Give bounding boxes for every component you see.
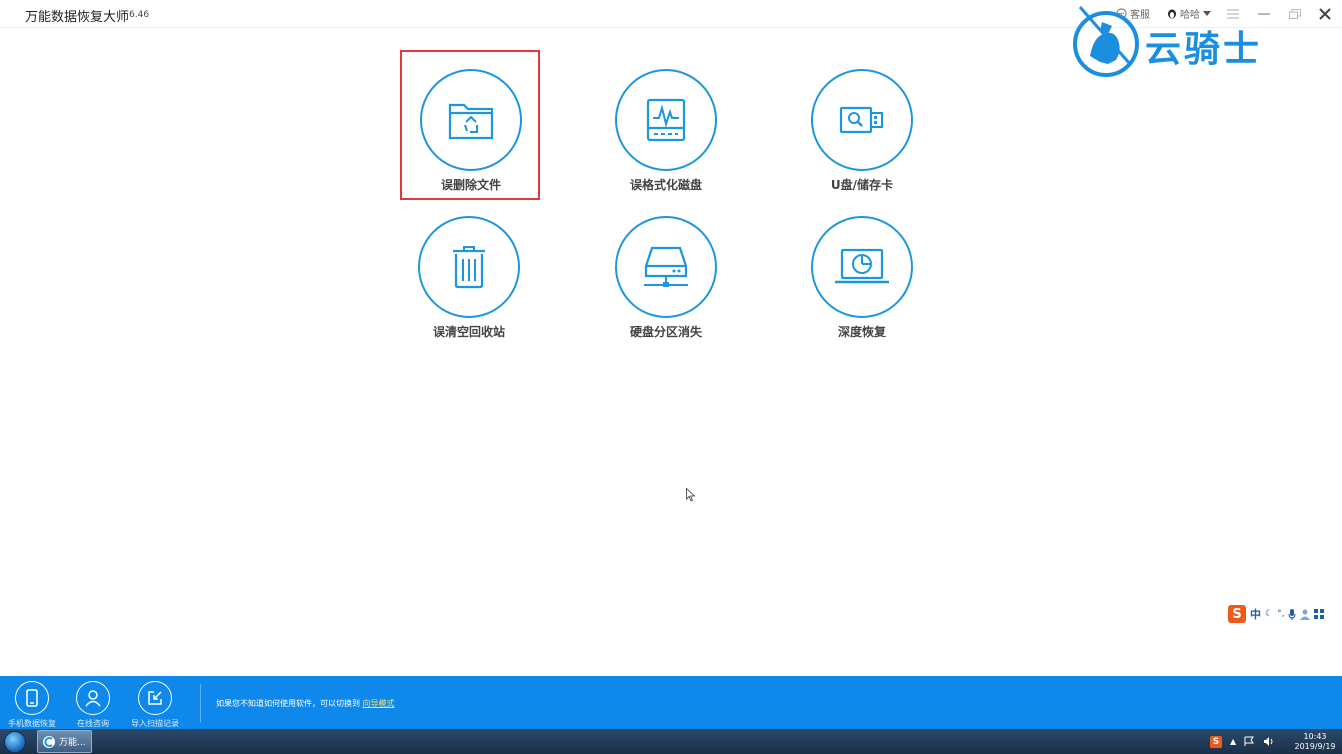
wizard-mode-link[interactable]: 向导模式 [363, 699, 395, 708]
clock-time: 10:43 [1303, 732, 1327, 741]
tile-lost-partition[interactable]: 硬盘分区消失 [597, 199, 737, 349]
online-consult-button[interactable]: 在线咨询 [63, 681, 123, 729]
tile-circle [418, 216, 520, 318]
phone-icon [26, 689, 38, 707]
usb-drive-icon [839, 106, 883, 134]
clock-date: 2019/9/19 [1294, 742, 1336, 751]
laptop-scan-icon [835, 248, 889, 284]
toolbox-icon[interactable] [1314, 609, 1325, 619]
bottom-bar: 手机数据恢复 在线咨询 导入扫描记录 如果您不知道如何使用软件，可以切换到 向导… [0, 676, 1342, 729]
microphone-icon[interactable] [1288, 608, 1296, 620]
import-scan-label: 导入扫描记录 [131, 719, 179, 728]
ime-toolbar[interactable]: S 中 ☾ °, [1228, 604, 1342, 624]
moon-icon[interactable]: ☾ [1265, 609, 1273, 619]
hard-drive-icon [644, 246, 688, 287]
user-icon [85, 690, 101, 707]
phone-recovery-button[interactable]: 手机数据恢复 [2, 681, 62, 729]
system-tray: S ▲ [1210, 729, 1275, 754]
wizard-hint-text: 如果您不知道如何使用软件，可以切换到 [216, 699, 360, 708]
tile-circle [615, 216, 717, 318]
mouse-cursor-icon [686, 488, 696, 502]
taskbar-clock[interactable]: 10:43 2019/9/19 [1290, 732, 1340, 752]
tile-label: 误清空回收站 [432, 325, 505, 339]
import-icon [148, 691, 162, 705]
folder-recover-icon [448, 103, 494, 140]
bottom-divider [200, 684, 201, 722]
app-version: 6.46 [129, 10, 150, 20]
tile-label: 误格式化磁盘 [629, 178, 702, 192]
app-icon [43, 735, 55, 748]
action-center-flag-icon[interactable] [1244, 736, 1255, 747]
taskbar-app-label: 万能... [59, 738, 86, 748]
windows-taskbar: 万能... S ▲ 10:43 2019/9/19 [0, 729, 1342, 754]
tray-expand-icon[interactable]: ▲ [1230, 737, 1236, 746]
tile-formatted-disk[interactable]: 误格式化磁盘 [597, 52, 737, 202]
volume-icon[interactable] [1263, 736, 1275, 747]
tile-label: 误删除文件 [440, 178, 501, 192]
ime-language[interactable]: 中 [1250, 606, 1261, 622]
start-button[interactable] [4, 731, 26, 753]
trash-icon [453, 246, 485, 289]
user-icon[interactable] [1300, 609, 1311, 620]
tile-deleted-files[interactable]: 误删除文件 [400, 50, 540, 200]
app-title: 万能数据恢复大师 [25, 10, 130, 25]
tile-circle [811, 69, 913, 171]
tile-circle [615, 69, 717, 171]
online-consult-label: 在线咨询 [77, 719, 109, 728]
tile-label: 硬盘分区消失 [629, 325, 702, 339]
tile-recycle-bin[interactable]: 误清空回收站 [400, 199, 540, 349]
bottom-button-circle [138, 681, 172, 715]
bottom-button-circle [76, 681, 110, 715]
watermark-text: 云骑士 [1145, 29, 1263, 70]
phone-recovery-label: 手机数据恢复 [8, 719, 56, 728]
punctuation-icon[interactable]: °, [1277, 609, 1284, 619]
close-icon [1319, 8, 1331, 20]
close-button[interactable] [1314, 4, 1336, 24]
tile-deep-recovery[interactable]: 深度恢复 [793, 199, 933, 349]
sogou-tray-icon[interactable]: S [1210, 735, 1222, 748]
import-scan-button[interactable]: 导入扫描记录 [125, 681, 185, 729]
tile-label: U盘/储存卡 [830, 178, 894, 192]
bottom-button-circle [15, 681, 49, 715]
sogou-logo-icon: S [1228, 605, 1246, 623]
tile-usb-storage[interactable]: U盘/储存卡 [793, 52, 933, 202]
tile-label: 深度恢复 [837, 325, 886, 339]
tile-circle [420, 69, 522, 171]
taskbar-app-button[interactable]: 万能... [37, 730, 92, 753]
tile-circle [811, 216, 913, 318]
disk-format-icon [646, 98, 686, 142]
wizard-hint: 如果您不知道如何使用软件，可以切换到 向导模式 [216, 698, 395, 709]
